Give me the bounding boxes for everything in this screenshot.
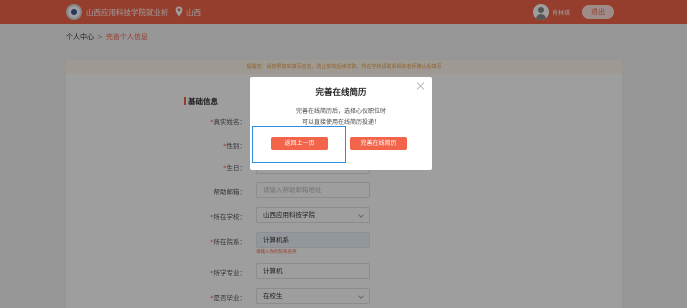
complete-resume-button[interactable]: 完善在线简历 xyxy=(350,137,407,150)
dialog-message-line2: 可以直接使用在线简历投递！ xyxy=(301,119,380,126)
dialog-message-line1: 完善在线简历后，选择心仪职位时 xyxy=(295,108,386,115)
dialog-title: 完善在线简历 xyxy=(315,88,367,98)
complete-resume-dialog: 完善在线简历 完善在线简历后，选择心仪职位时 可以直接使用在线简历投递！ 返回上… xyxy=(250,77,432,170)
back-button[interactable]: 返回上一页 xyxy=(271,137,328,150)
